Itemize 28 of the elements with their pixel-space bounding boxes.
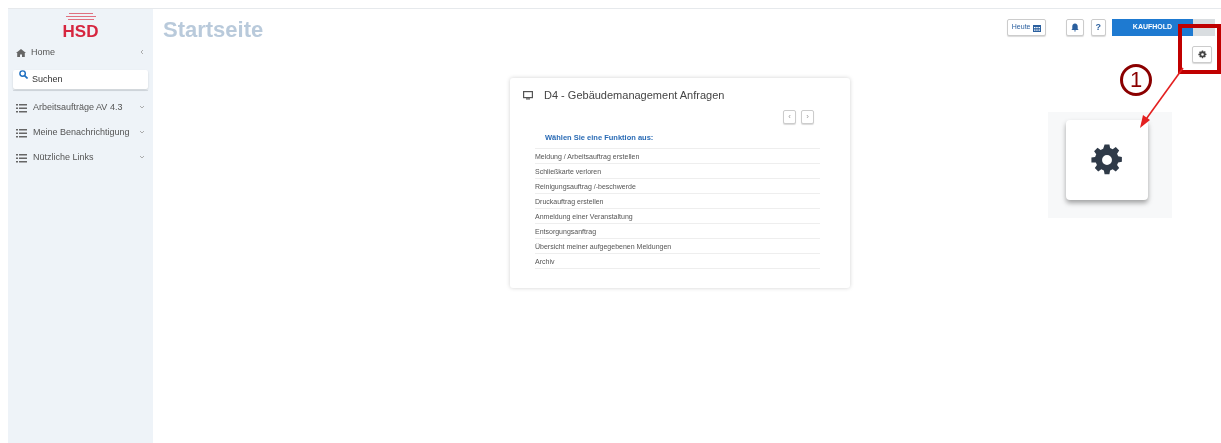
card-title: D4 - Gebäudemanagement Anfragen xyxy=(544,88,725,103)
settings-icon xyxy=(1090,143,1124,177)
settings-button[interactable] xyxy=(1192,46,1212,63)
settings-icon xyxy=(1197,50,1207,59)
list-icon xyxy=(16,152,27,163)
chevron-left-icon xyxy=(139,49,145,56)
arrow xyxy=(1140,67,1184,128)
chevron-down-icon xyxy=(139,104,145,111)
search-field[interactable]: Suchen xyxy=(13,69,148,89)
sidebar-item[interactable]: Meine Benachrichtigung xyxy=(33,125,139,140)
monitor-icon xyxy=(523,90,533,100)
notifications-button[interactable] xyxy=(1065,19,1084,36)
list-icon xyxy=(16,102,27,113)
sidebar-item[interactable]: Arbeitsaufträge AV 4.3 xyxy=(33,100,139,115)
logo[interactable]: HSD xyxy=(60,23,101,40)
highlight-frame xyxy=(1178,24,1221,74)
page-title: Startseite xyxy=(163,16,264,44)
sidebar-item[interactable]: Nützliche Links xyxy=(33,150,139,165)
help-button[interactable]: ? xyxy=(1090,19,1106,36)
chevron-down-icon xyxy=(139,129,145,136)
sidebar-item[interactable]: Home xyxy=(31,45,139,60)
step-number: 1 xyxy=(1120,64,1152,96)
bell-icon xyxy=(1070,23,1079,32)
home-icon xyxy=(16,48,26,57)
logo-tagline-icon xyxy=(65,13,96,20)
chevron-down-icon xyxy=(139,154,145,161)
list-icon xyxy=(16,127,27,138)
calendar-icon xyxy=(1032,23,1041,32)
